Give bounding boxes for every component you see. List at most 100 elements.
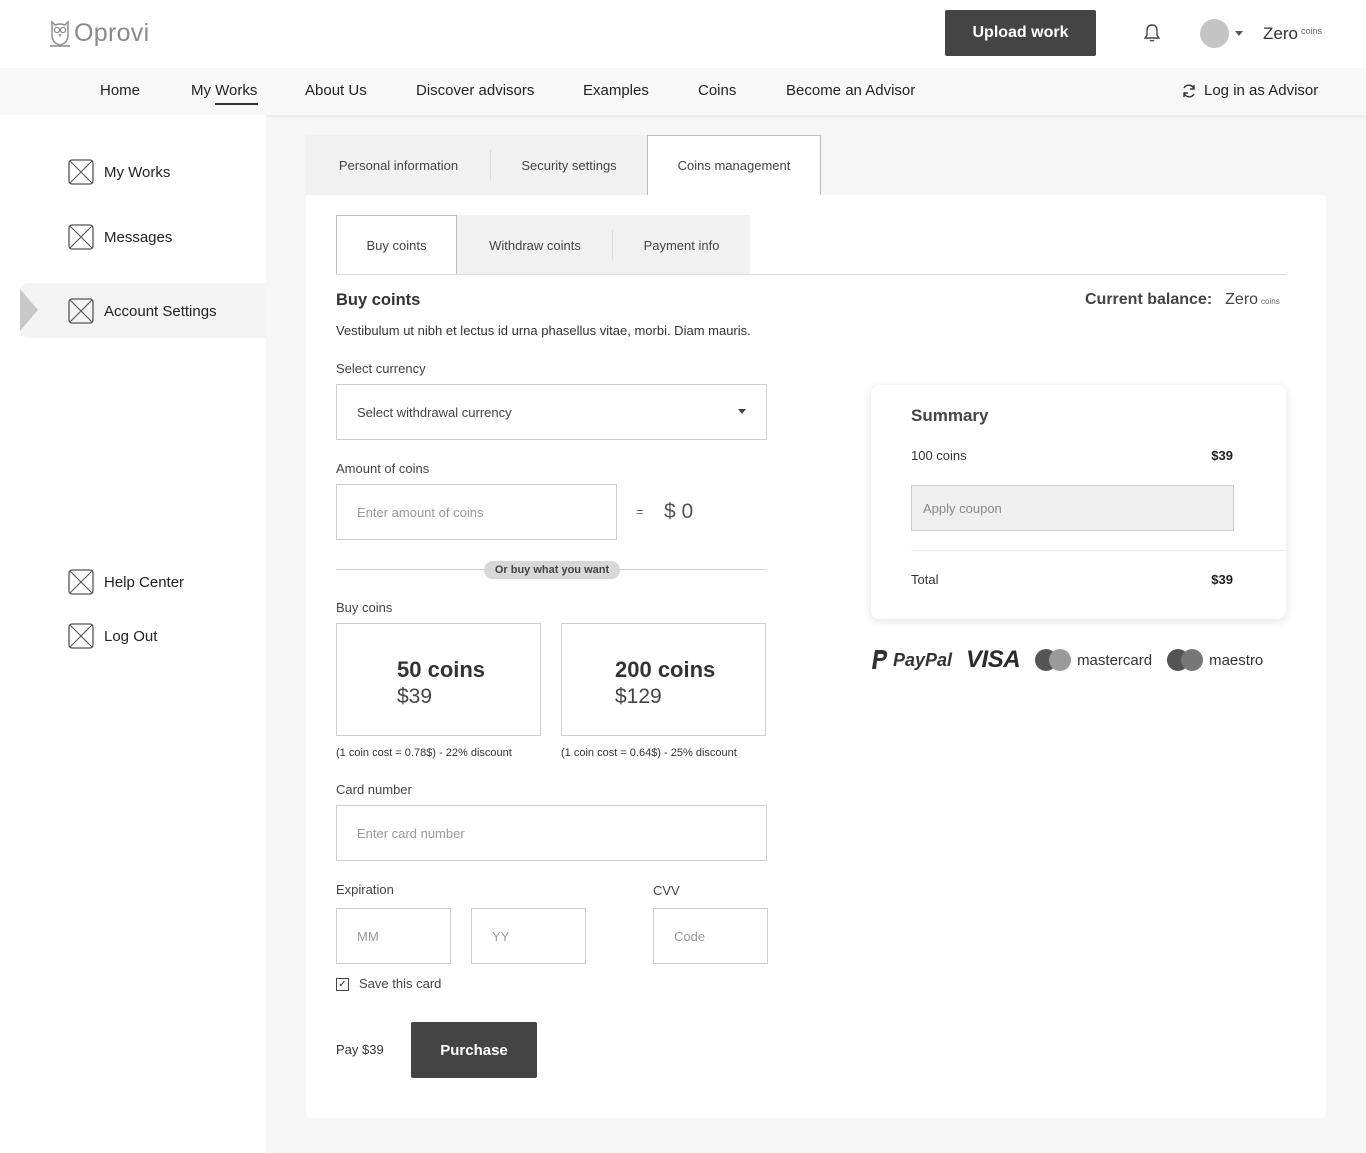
coin-tabs: Buy coints Withdraw coints Payment info (336, 215, 750, 275)
package-note: (1 coin cost = 0.78$) - 22% discount (336, 747, 512, 759)
tab-buy-coins[interactable]: Buy coints (336, 215, 457, 275)
purchase-button[interactable]: Purchase (411, 1022, 537, 1078)
expiration-year-input[interactable]: YY (471, 908, 586, 964)
packages-label: Buy coins (336, 600, 393, 615)
maestro-circles-icon (1167, 649, 1204, 671)
nav-item-examples[interactable]: Examples (583, 82, 649, 99)
tab-personal-information[interactable]: Personal information (306, 135, 491, 195)
pay-amount-label: Pay $39 (336, 1042, 384, 1057)
maestro-text: maestro (1209, 651, 1264, 669)
sidebar-item-messages[interactable]: Messages (68, 224, 172, 250)
summary-title: Summary (911, 406, 989, 425)
package-price: $39 (397, 685, 433, 708)
nav-item-discover-advisors[interactable]: Discover advisors (416, 82, 534, 99)
header-balance-unit: coins (1300, 26, 1322, 36)
placeholder-image-icon (68, 159, 94, 185)
summary-total-label: Total (911, 572, 939, 587)
or-buy-badge: Or buy what you want (484, 561, 620, 579)
package-200-coins[interactable]: 200 coins $129 (561, 623, 766, 736)
currency-label: Select currency (336, 361, 426, 376)
package-price: $129 (615, 685, 662, 708)
currency-select-value: Select withdrawal currency (357, 404, 512, 420)
expiration-month-input[interactable]: MM (336, 908, 451, 964)
sidebar-item-my-works[interactable]: My Works (68, 159, 170, 185)
mastercard-logo: mastercard (1034, 648, 1152, 672)
header-balance-value: Zero (1263, 24, 1298, 43)
paypal-logo: PayPal (871, 649, 952, 671)
mastercard-circles-icon (1035, 649, 1072, 671)
cvv-input[interactable]: Code (653, 908, 768, 964)
package-50-coins[interactable]: 50 coins $39 (336, 623, 541, 736)
summary-divider (911, 550, 1286, 551)
equals-sign: = (636, 504, 644, 519)
nav-item-home[interactable]: Home (100, 82, 140, 99)
amount-input[interactable]: Enter amount of coins (336, 484, 617, 540)
card-number-input[interactable]: Enter card number (336, 805, 767, 861)
avatar[interactable] (1200, 19, 1229, 48)
account-tabs: Personal information Security settings C… (306, 135, 821, 195)
placeholder-image-icon (68, 298, 94, 324)
placeholder-image-icon (68, 569, 94, 595)
logo-text: Oprovi (74, 18, 150, 47)
tab-coins-management[interactable]: Coins management (647, 135, 821, 195)
current-balance-value: Zero (1225, 291, 1259, 308)
amount-usd: $ 0 (664, 500, 694, 523)
paypal-icon (872, 650, 888, 669)
summary-item-row: 100 coins $39 (911, 448, 1233, 463)
current-balance-label: Current balance: (1085, 291, 1213, 308)
amount-label: Amount of coins (336, 461, 430, 476)
nav-item-my-works-label: My Works (191, 82, 258, 99)
summary-item-label: 100 coins (911, 448, 967, 463)
section-title: Buy coints (336, 291, 421, 309)
visa-logo: VISA (966, 646, 1021, 674)
maestro-logo: maestro (1166, 648, 1263, 672)
package-coins: 200 coins (615, 657, 716, 682)
card-number-label: Card number (336, 782, 412, 797)
chevron-down-icon[interactable] (1235, 31, 1243, 36)
current-balance-unit: coins (1261, 297, 1280, 306)
nav-item-about-us[interactable]: About Us (305, 82, 367, 99)
apply-coupon-input[interactable]: Apply coupon (911, 485, 1234, 531)
sidebar-item-label: Messages (104, 228, 173, 246)
sidebar-item-account-settings[interactable]: Account Settings (68, 298, 217, 324)
log-in-as-advisor-label: Log in as Advisor (1204, 82, 1319, 99)
upload-work-button[interactable]: Upload work (945, 10, 1096, 56)
bell-icon[interactable] (1142, 23, 1162, 43)
main-nav: Home My Works About Us Discover advisors… (0, 68, 1366, 115)
mastercard-text: mastercard (1077, 651, 1153, 669)
cvv-label: CVV (653, 883, 680, 898)
summary-total-price: $39 (1211, 572, 1233, 587)
summary-item-price: $39 (1211, 448, 1233, 463)
chevron-down-icon (738, 409, 746, 414)
nav-item-become-advisor[interactable]: Become an Advisor (786, 82, 915, 99)
tab-payment-info[interactable]: Payment info (613, 215, 750, 275)
sidebar-active-indicator (20, 289, 38, 331)
payment-methods: PayPal VISA mastercard maestro (871, 646, 1263, 674)
tab-divider (336, 274, 1286, 275)
save-card-label: Save this card (359, 976, 442, 991)
nav-item-my-works[interactable]: My Works (191, 82, 259, 105)
package-note: (1 coin cost = 0.64$) - 25% discount (561, 747, 737, 759)
nav-item-coins[interactable]: Coins (698, 82, 736, 99)
header-balance: Zero coins (1263, 24, 1322, 44)
save-card-checkbox[interactable]: ✓ (336, 978, 349, 991)
paypal-text: PayPal (893, 649, 953, 670)
package-coins: 50 coins (397, 657, 486, 682)
sidebar-item-help-center[interactable]: Help Center (68, 569, 184, 595)
sidebar-item-label: Log Out (104, 627, 158, 645)
logo[interactable]: Oprovi (48, 17, 149, 49)
expiration-label: Expiration (336, 882, 394, 897)
sidebar-item-label: My Works (104, 163, 171, 181)
sidebar-item-label: Account Settings (104, 302, 217, 320)
section-description: Vestibulum ut nibh et lectus id urna pha… (336, 323, 751, 338)
visa-text: VISA (966, 646, 1021, 673)
sidebar-item-log-out[interactable]: Log Out (68, 623, 157, 649)
tab-withdraw-coins[interactable]: Withdraw coints (457, 215, 613, 275)
placeholder-image-icon (68, 224, 94, 250)
currency-select[interactable]: Select withdrawal currency (336, 384, 767, 440)
summary-total-row: Total $39 (911, 572, 1233, 587)
log-in-as-advisor-link[interactable]: Log in as Advisor (1181, 82, 1318, 99)
placeholder-image-icon (68, 623, 94, 649)
tab-security-settings[interactable]: Security settings (491, 135, 647, 195)
current-balance: Current balance: Zero coins (1085, 291, 1280, 309)
